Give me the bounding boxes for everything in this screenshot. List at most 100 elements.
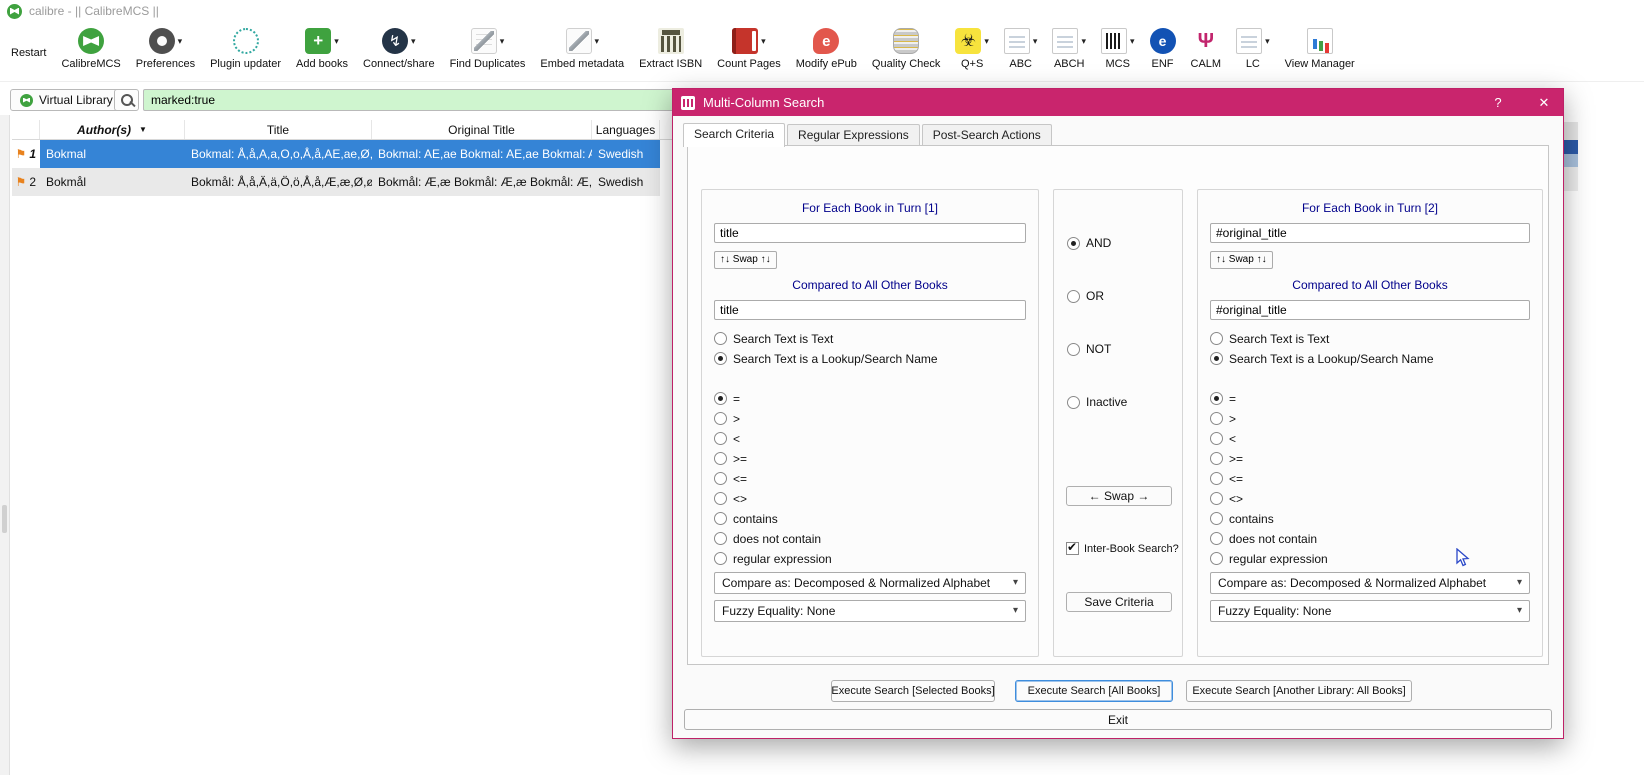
fuzzy-equality-combo[interactable]: Fuzzy Equality: None ▾ [714, 599, 1026, 622]
logic-panel: ← Swap → Inter-Book Search? Save Criteri… [1053, 189, 1183, 657]
column-header-authors[interactable]: Author(s) ▼ [40, 120, 185, 139]
toolbar-item-embed-metadata[interactable]: ▾ Embed metadata [537, 25, 627, 81]
help-button[interactable]: ? [1479, 89, 1517, 116]
dropdown-caret-icon[interactable]: ▾ [500, 36, 505, 47]
dropdown-caret-icon[interactable]: ▾ [1081, 36, 1086, 47]
radio-label: <= [733, 471, 748, 486]
toolbar-item-quality-check[interactable]: Quality Check [869, 25, 943, 81]
logic-radio-and[interactable]: AND [1067, 236, 1111, 250]
splitter-strip[interactable] [0, 115, 10, 775]
operator-radio[interactable]: regular expression [714, 552, 1026, 566]
radio-label: OR [1086, 289, 1104, 303]
combo-value: Compare as: Decomposed & Normalized Alph… [722, 575, 991, 590]
toolbar-item-label: Plugin updater [210, 58, 282, 70]
toolbar-item-plugin-updater[interactable]: Plugin updater [207, 25, 284, 81]
operator-radio[interactable]: does not contain [714, 532, 1026, 546]
execute-search-all-books-button[interactable]: Execute Search [All Books] [1015, 680, 1173, 702]
operator-radio[interactable]: <= [1210, 472, 1530, 486]
search-column-input[interactable] [714, 223, 1026, 243]
toolbar-item-count-pages[interactable]: ▾ Count Pages [714, 25, 784, 81]
exit-button[interactable]: Exit [684, 709, 1552, 730]
toolbar-item-restart[interactable]: Restart [8, 25, 49, 81]
toolbar-item-extract-isbn[interactable]: Extract ISBN [636, 25, 705, 81]
virtual-library-button[interactable]: Virtual Library [10, 89, 123, 111]
execute-search-another-library-button[interactable]: Execute Search [Another Library: All Boo… [1186, 680, 1412, 702]
operator-radio[interactable]: <= [714, 472, 1026, 486]
operator-radio[interactable]: = [1210, 392, 1530, 406]
dropdown-caret-icon[interactable]: ▾ [984, 36, 989, 47]
radio-icon [1210, 552, 1223, 565]
text-mode-radio[interactable]: Search Text is a Lookup/Search Name [714, 352, 1026, 366]
operator-radio[interactable]: <> [1210, 492, 1530, 506]
toolbar-item-calm[interactable]: CALM [1188, 25, 1225, 81]
dropdown-caret-icon[interactable]: ▾ [1130, 36, 1135, 47]
text-mode-radio[interactable]: Search Text is Text [1210, 332, 1530, 346]
toolbar-item-preferences[interactable]: ▾ Preferences [133, 25, 198, 81]
operator-radio[interactable]: > [714, 412, 1026, 426]
dropdown-caret-icon[interactable]: ▾ [1033, 36, 1038, 47]
compare-as-combo[interactable]: Compare as: Decomposed & Normalized Alph… [1210, 571, 1530, 594]
compare-column-input[interactable] [1210, 299, 1530, 320]
toolbar-item-mcs[interactable]: ▾ MCS [1098, 25, 1138, 81]
operator-radio[interactable]: < [714, 432, 1026, 446]
dropdown-caret-icon[interactable]: ▾ [761, 36, 766, 47]
tab-regular-expressions[interactable]: Regular Expressions [787, 124, 920, 146]
dropdown-caret-icon[interactable]: ▾ [334, 36, 339, 47]
toolbar-item-add-books[interactable]: ▾ Add books [293, 25, 351, 81]
operator-radio[interactable]: < [1210, 432, 1530, 446]
fuzzy-equality-combo[interactable]: Fuzzy Equality: None ▾ [1210, 599, 1530, 622]
column-header-languages[interactable]: Languages [592, 120, 660, 139]
operator-radio[interactable]: <> [714, 492, 1026, 506]
column-header-title[interactable]: Title [185, 120, 372, 139]
search-button[interactable] [114, 89, 139, 111]
operator-radio[interactable]: >= [1210, 452, 1530, 466]
operator-radio[interactable]: contains [1210, 512, 1530, 526]
barcode-icon [1100, 28, 1127, 54]
toolbar-item-view-manager[interactable]: View Manager [1282, 25, 1358, 81]
save-criteria-button[interactable]: Save Criteria [1066, 592, 1172, 612]
swap-fields-button[interactable]: ↑↓ Swap ↑↓ [1210, 250, 1273, 269]
tab-post-search-actions[interactable]: Post-Search Actions [921, 124, 1052, 146]
toolbar-item-find-duplicates[interactable]: ▾ Find Duplicates [447, 25, 529, 81]
toolbar-item-connect-share[interactable]: ▾ Connect/share [360, 25, 438, 81]
operator-radio[interactable]: regular expression [1210, 552, 1530, 566]
logic-radio-not[interactable]: NOT [1067, 342, 1111, 356]
compare-as-combo[interactable]: Compare as: Decomposed & Normalized Alph… [714, 571, 1026, 594]
operator-radio[interactable]: contains [714, 512, 1026, 526]
text-mode-radio[interactable]: Search Text is a Lookup/Search Name [1210, 352, 1530, 366]
text-mode-radio[interactable]: Search Text is Text [714, 332, 1026, 346]
logic-radio-inactive[interactable]: Inactive [1067, 395, 1127, 409]
dropdown-caret-icon[interactable]: ▾ [178, 36, 183, 47]
toolbar-item-abch[interactable]: ▾ ABCH [1049, 25, 1089, 81]
compare-column-input[interactable] [714, 299, 1026, 320]
swap-panels-button[interactable]: ← Swap → [1066, 486, 1172, 506]
radio-label: Search Text is Text [1229, 331, 1330, 346]
toolbar-item-q-s[interactable]: ▾Q+S [952, 25, 992, 81]
operator-radio[interactable]: = [714, 392, 1026, 406]
tab-search-criteria[interactable]: Search Criteria [683, 123, 786, 147]
toolbar-item-lc[interactable]: ▾ LC [1233, 25, 1273, 81]
operator-radio[interactable]: does not contain [1210, 532, 1530, 546]
search-column-input[interactable] [1210, 223, 1530, 243]
dropdown-caret-icon[interactable]: ▾ [1265, 36, 1270, 47]
toolbar-item-modify-epub[interactable]: Modify ePub [793, 25, 860, 81]
column-header-original-title[interactable]: Original Title [372, 120, 592, 139]
inter-book-search-label: Inter-Book Search? [1084, 542, 1179, 555]
column-header-index[interactable] [12, 120, 40, 139]
logic-radio-or[interactable]: OR [1067, 289, 1104, 303]
toolbar-item-calibremcs[interactable]: CalibreMCS [58, 25, 123, 81]
execute-search-selected-books-button[interactable]: Execute Search [Selected Books] [831, 680, 995, 702]
radio-label: contains [1229, 511, 1274, 526]
operator-radio[interactable]: > [1210, 412, 1530, 426]
toolbar-item-abc[interactable]: ▾ ABC [1001, 25, 1041, 81]
dropdown-caret-icon[interactable]: ▾ [411, 36, 416, 47]
swap-fields-button[interactable]: ↑↓ Swap ↑↓ [714, 250, 777, 269]
inter-book-search-checkbox[interactable]: Inter-Book Search? [1066, 540, 1179, 555]
close-icon[interactable]: ✕ [1525, 89, 1563, 116]
operator-radio[interactable]: >= [714, 452, 1026, 466]
dialog-titlebar[interactable]: Multi-Column Search ? ✕ [673, 89, 1563, 116]
cell-original-title: Bokmal: AE,ae Bokmal: AE,ae Bokmal: AE,a… [372, 140, 592, 168]
splitter-handle[interactable] [2, 505, 7, 533]
toolbar-item-enf[interactable]: ENF [1147, 25, 1179, 81]
dropdown-caret-icon[interactable]: ▾ [595, 36, 600, 47]
